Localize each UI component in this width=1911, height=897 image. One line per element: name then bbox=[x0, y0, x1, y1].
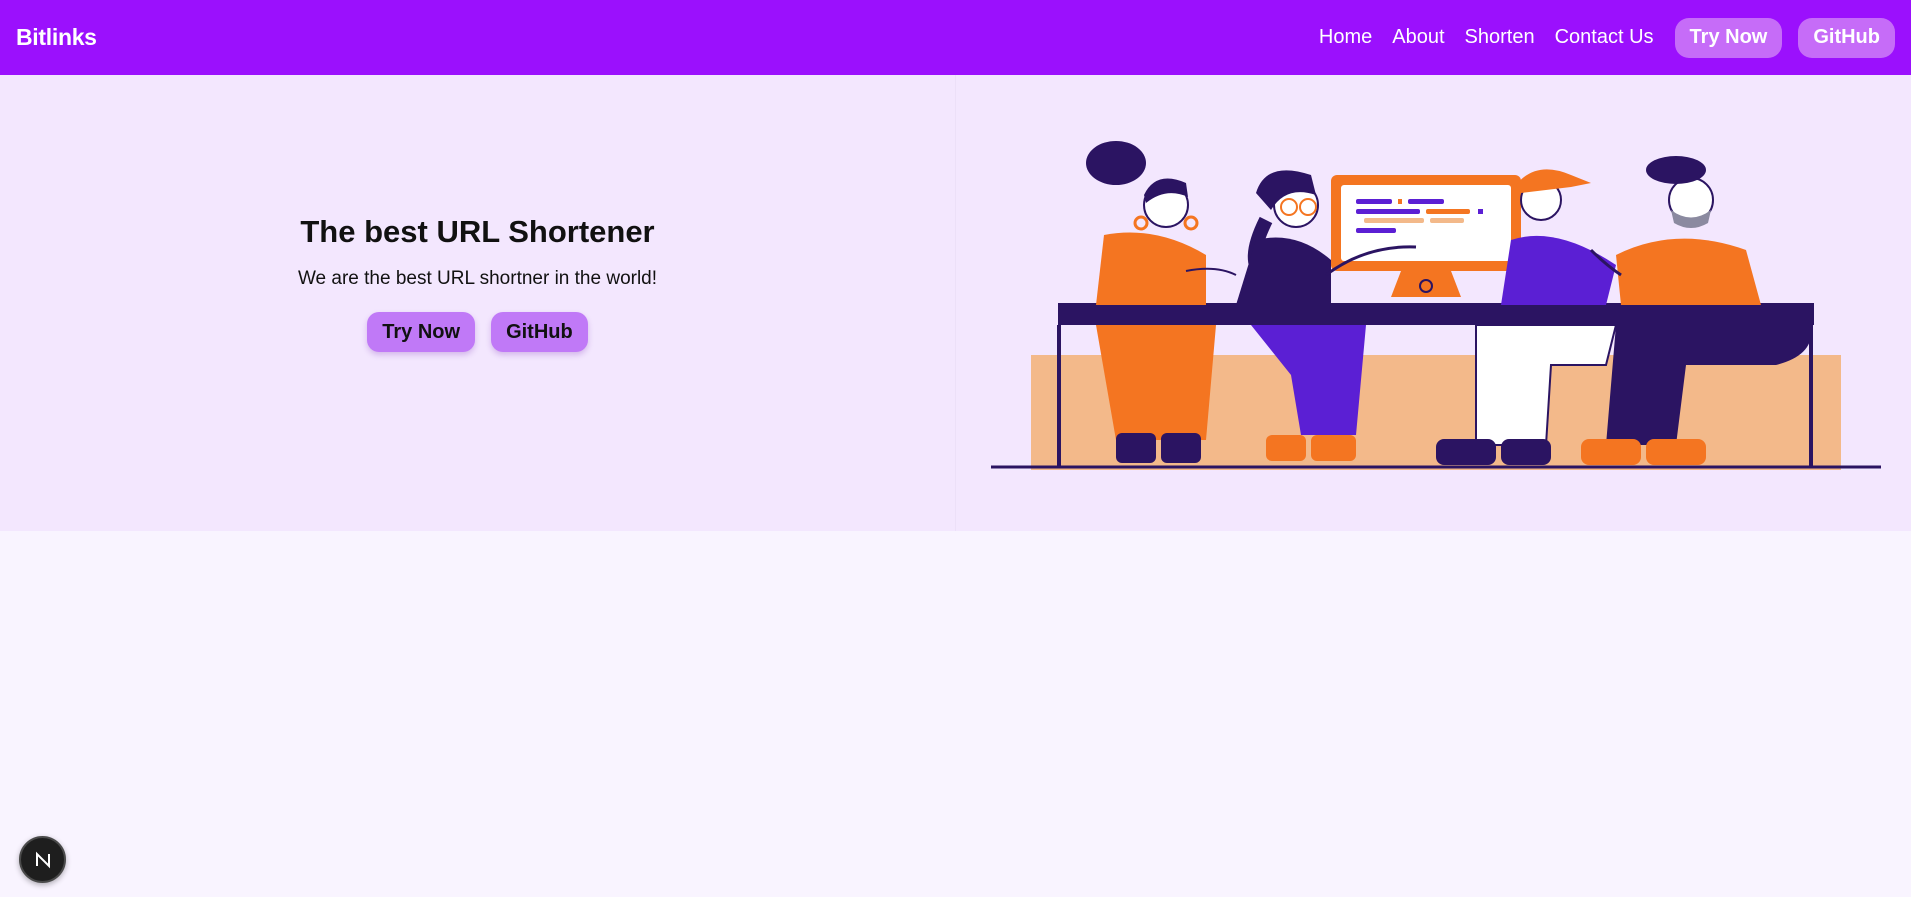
nav-try-now-button[interactable]: Try Now bbox=[1674, 17, 1783, 58]
nav-menu: Home About Shorten Contact Us Try Now Gi… bbox=[1319, 17, 1895, 58]
hero-button-group: Try Now GitHub bbox=[367, 312, 588, 352]
hero-section: The best URL Shortener We are the best U… bbox=[0, 75, 1911, 531]
hero-subtitle: We are the best URL shortner in the worl… bbox=[297, 268, 658, 289]
nav-link-contact[interactable]: Contact Us bbox=[1555, 26, 1654, 49]
nav-link-home[interactable]: Home bbox=[1319, 26, 1372, 49]
hero-text-column: The best URL Shortener We are the best U… bbox=[0, 75, 955, 531]
brand-logo[interactable]: Bitlinks bbox=[16, 24, 97, 51]
hero-title: The best URL Shortener bbox=[300, 214, 655, 249]
nav-github-button[interactable]: GitHub bbox=[1798, 17, 1895, 58]
hero-image-column bbox=[956, 75, 1911, 531]
nextjs-dev-badge[interactable] bbox=[19, 836, 66, 883]
nav-link-about[interactable]: About bbox=[1392, 26, 1444, 49]
team-meeting-illustration bbox=[991, 141, 1881, 470]
hero-github-button[interactable]: GitHub bbox=[491, 312, 588, 352]
nextjs-icon bbox=[35, 851, 50, 868]
nav-link-shorten[interactable]: Shorten bbox=[1465, 26, 1535, 49]
navbar: Bitlinks Home About Shorten Contact Us T… bbox=[0, 0, 1911, 75]
hero-try-now-button[interactable]: Try Now bbox=[367, 312, 476, 352]
